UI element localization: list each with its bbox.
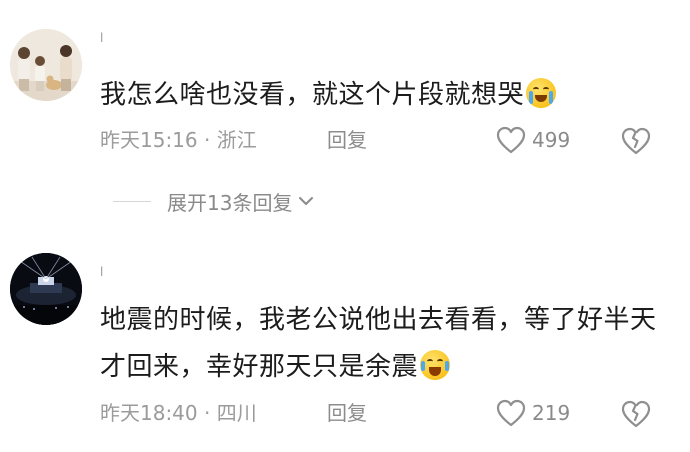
comment-time: 昨天18:40 xyxy=(100,401,198,425)
comment-text: 地震的时候，我老公说他出去看看，等了好半天才回来，幸好那天只是余震 xyxy=(100,297,675,391)
like-button[interactable]: 219 xyxy=(496,398,570,428)
comment-item: l 地震的时候，我老公说他出去看看，等了好半天才回来，幸好那天只是余震 昨天18… xyxy=(0,240,690,452)
meta-separator: · xyxy=(204,401,211,425)
dislike-button[interactable] xyxy=(620,400,652,436)
comment-text-content: 我怎么啥也没看，就这个片段就想哭 xyxy=(100,80,525,110)
comment-time-location: 昨天18:40 · 四川 xyxy=(100,398,257,428)
heart-icon xyxy=(496,126,526,154)
concert-stage-avatar xyxy=(10,253,82,325)
comment-text: 我怎么啥也没看，就这个片段就想哭 xyxy=(100,72,675,119)
like-button[interactable]: 499 xyxy=(496,125,570,155)
comment-meta: 昨天18:40 · 四川 回复 219 xyxy=(100,398,675,428)
like-count: 219 xyxy=(532,401,571,425)
laughing-crying-face-icon xyxy=(420,350,451,380)
meta-separator: · xyxy=(204,128,211,152)
like-count: 499 xyxy=(532,128,571,152)
username[interactable]: l xyxy=(100,265,103,279)
comment-time: 昨天15:16 xyxy=(100,128,198,152)
dislike-button[interactable] xyxy=(620,127,652,163)
broken-heart-icon xyxy=(621,400,651,428)
comment-location: 四川 xyxy=(216,401,257,425)
reply-button[interactable]: 回复 xyxy=(327,398,367,428)
comment-text-content: 地震的时候，我老公说他出去看看，等了好半天才回来，幸好那天只是余震 xyxy=(100,305,657,382)
loudly-crying-face-icon xyxy=(526,78,557,108)
username[interactable]: l xyxy=(100,31,103,45)
chevron-down-icon xyxy=(299,197,314,205)
comment-location: 浙江 xyxy=(216,128,257,152)
divider xyxy=(113,200,151,202)
comment-meta: 昨天15:16 · 浙江 回复 499 xyxy=(100,125,675,155)
broken-heart-icon xyxy=(621,127,651,155)
comment-time-location: 昨天15:16 · 浙江 xyxy=(100,125,257,155)
comment-item: l 我怎么啥也没看，就这个片段就想哭 昨天15:16 · 浙江 回复 499 展… xyxy=(0,0,690,228)
family-photo-avatar xyxy=(10,29,82,101)
avatar[interactable] xyxy=(10,253,82,325)
reply-button[interactable]: 回复 xyxy=(327,125,367,155)
avatar[interactable] xyxy=(10,29,82,101)
heart-icon xyxy=(496,399,526,427)
expand-replies-label: 展开13条回复 xyxy=(167,190,293,215)
expand-replies-button[interactable]: 展开13条回复 xyxy=(113,186,314,216)
